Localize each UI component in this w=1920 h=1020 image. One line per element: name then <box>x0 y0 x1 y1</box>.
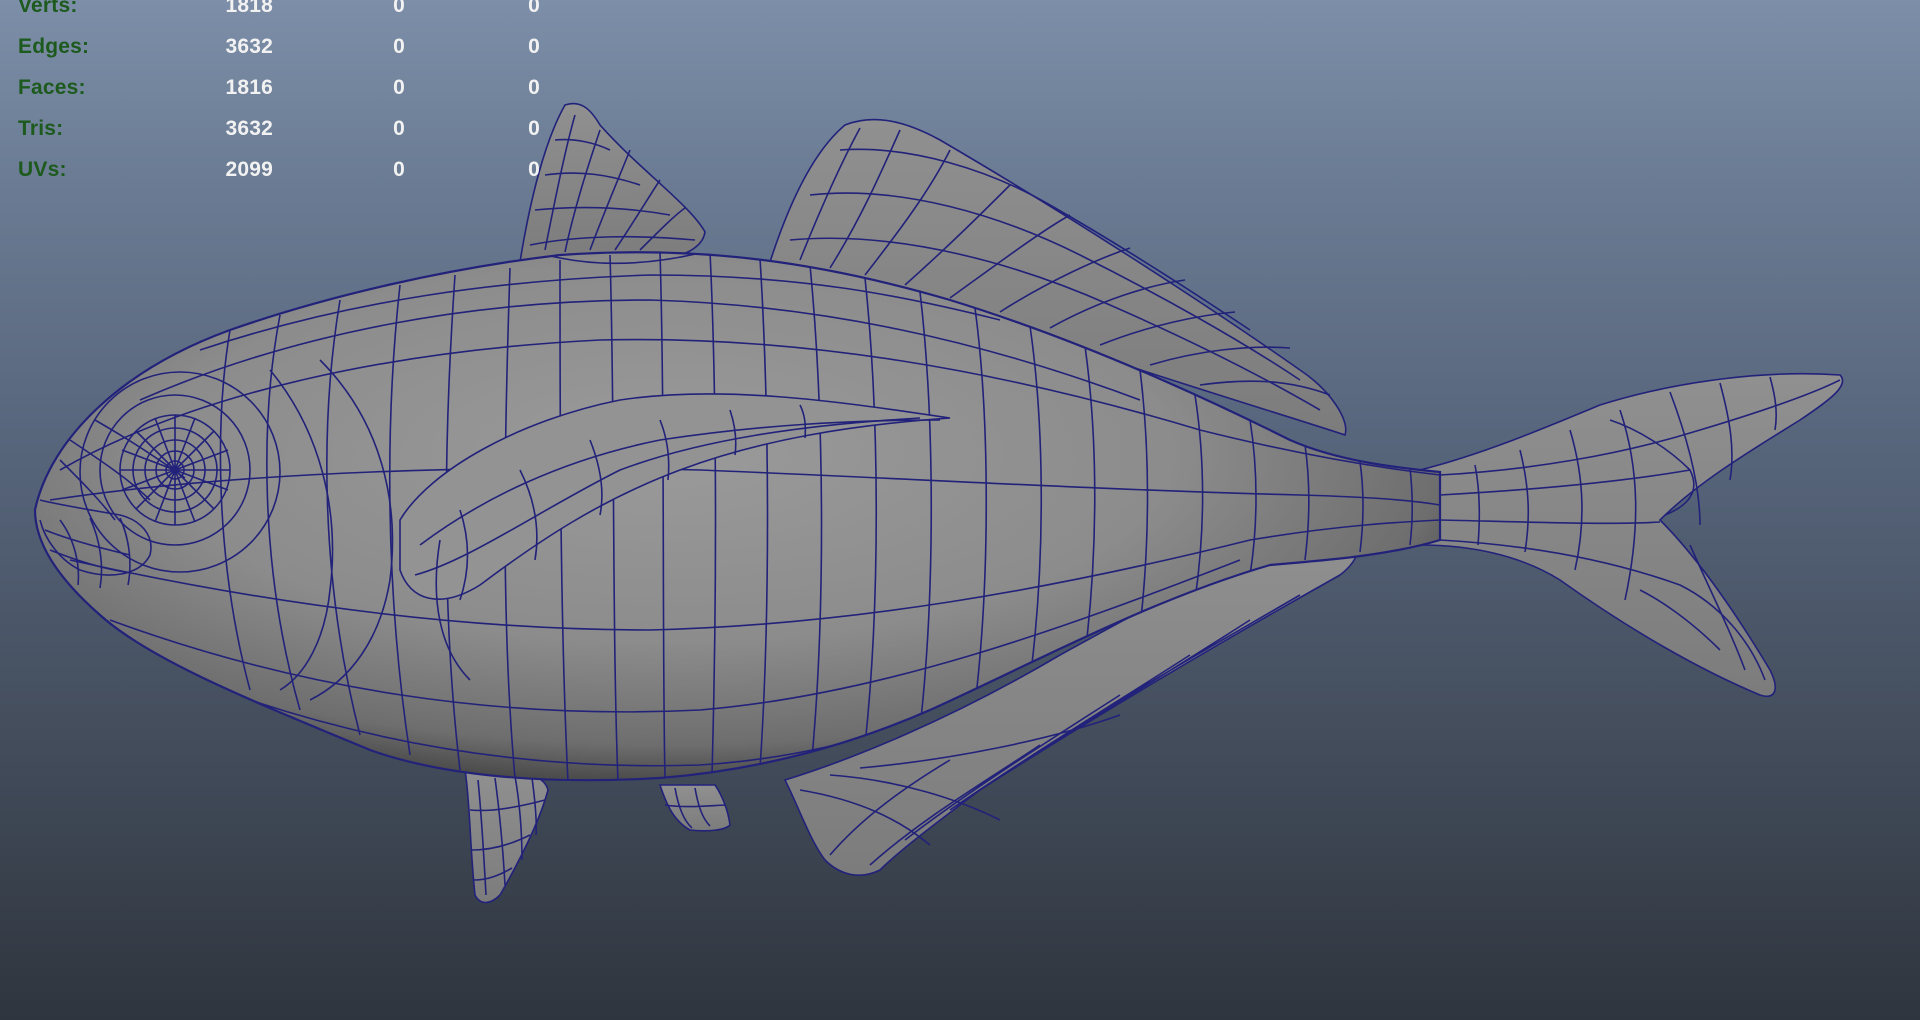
hud-total: 1818 <box>225 0 273 17</box>
hud-row-edges: Edges: 3632 0 0 <box>18 35 540 76</box>
hud-components: 0 <box>528 117 540 140</box>
hud-components: 0 <box>528 76 540 99</box>
hud-selected: 0 <box>393 117 405 140</box>
hud-label: Verts: <box>18 0 78 17</box>
hud-total: 2099 <box>225 158 273 181</box>
hud-label: Edges: <box>18 35 90 58</box>
hud-label: Tris: <box>18 117 64 140</box>
hud-selected: 0 <box>393 35 405 58</box>
hud-row-uvs: UVs: 2099 0 0 <box>18 158 540 199</box>
hud-components: 0 <box>528 35 540 58</box>
hud-row-verts: Verts: 1818 0 0 <box>18 0 540 35</box>
hud-row-tris: Tris: 3632 0 0 <box>18 117 540 158</box>
hud-total: 3632 <box>225 117 273 140</box>
poly-count-hud: Verts: 1818 0 0 Edges: 3632 0 0 Faces: 1… <box>18 0 540 199</box>
3d-viewport[interactable]: Verts: 1818 0 0 Edges: 3632 0 0 Faces: 1… <box>0 0 1920 1020</box>
hud-total: 3632 <box>225 35 273 58</box>
hud-selected: 0 <box>393 76 405 99</box>
hud-label: UVs: <box>18 158 67 181</box>
hud-components: 0 <box>528 158 540 181</box>
hud-row-faces: Faces: 1816 0 0 <box>18 76 540 117</box>
hud-components: 0 <box>528 0 540 17</box>
hud-selected: 0 <box>393 0 405 17</box>
hud-selected: 0 <box>393 158 405 181</box>
hud-label: Faces: <box>18 76 86 99</box>
hud-total: 1816 <box>225 76 273 99</box>
